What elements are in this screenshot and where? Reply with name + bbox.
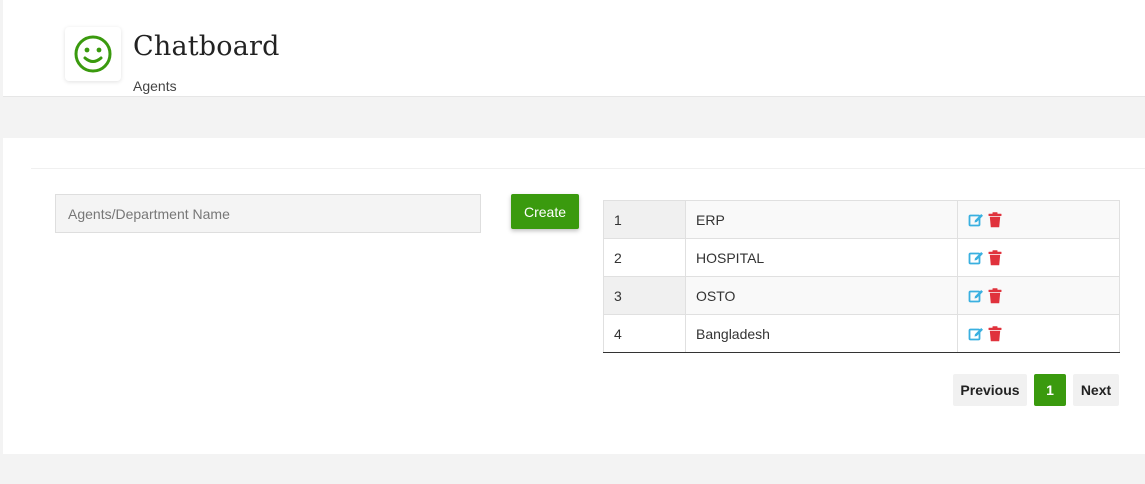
- next-page-button[interactable]: Next: [1073, 374, 1119, 406]
- row-name: HOSPITAL: [685, 238, 958, 277]
- table-row: 1 ERP: [603, 200, 1120, 239]
- create-button[interactable]: Create: [511, 194, 579, 229]
- table-row: 2 HOSPITAL: [603, 238, 1120, 277]
- app-header: Chatboard Agents: [3, 0, 1145, 97]
- edit-icon[interactable]: [968, 288, 984, 304]
- row-id: 4: [603, 314, 686, 353]
- agent-name-input[interactable]: [55, 194, 481, 233]
- row-name: Bangladesh: [685, 314, 958, 353]
- row-actions: [957, 276, 1120, 315]
- row-actions: [957, 200, 1120, 239]
- trash-icon[interactable]: [988, 211, 1002, 228]
- panel-divider: [31, 168, 1145, 169]
- row-name: OSTO: [685, 276, 958, 315]
- trash-icon[interactable]: [988, 287, 1002, 304]
- logo: [65, 27, 121, 81]
- row-actions: [957, 238, 1120, 277]
- row-id: 2: [603, 238, 686, 277]
- table-row: 3 OSTO: [603, 276, 1120, 315]
- page-1-button[interactable]: 1: [1034, 374, 1066, 406]
- row-id: 3: [603, 276, 686, 315]
- trash-icon[interactable]: [988, 249, 1002, 266]
- agents-table: 1 ERP 2 HOSPITAL 3 OSTO 4 Bangladesh: [603, 200, 1120, 353]
- table-row: 4 Bangladesh: [603, 314, 1120, 353]
- row-actions: [957, 314, 1120, 353]
- edit-icon[interactable]: [968, 212, 984, 228]
- app-title: Chatboard: [133, 31, 280, 62]
- edit-icon[interactable]: [968, 326, 984, 342]
- smiley-icon: [74, 35, 112, 73]
- row-id: 1: [603, 200, 686, 239]
- edit-icon[interactable]: [968, 250, 984, 266]
- trash-icon[interactable]: [988, 325, 1002, 342]
- row-name: ERP: [685, 200, 958, 239]
- page-subtitle: Agents: [133, 78, 177, 94]
- previous-page-button[interactable]: Previous: [953, 374, 1027, 406]
- agents-panel: Create 1ERP2HOSPITAL3OSTO4Bangladesh Pre…: [3, 138, 1145, 454]
